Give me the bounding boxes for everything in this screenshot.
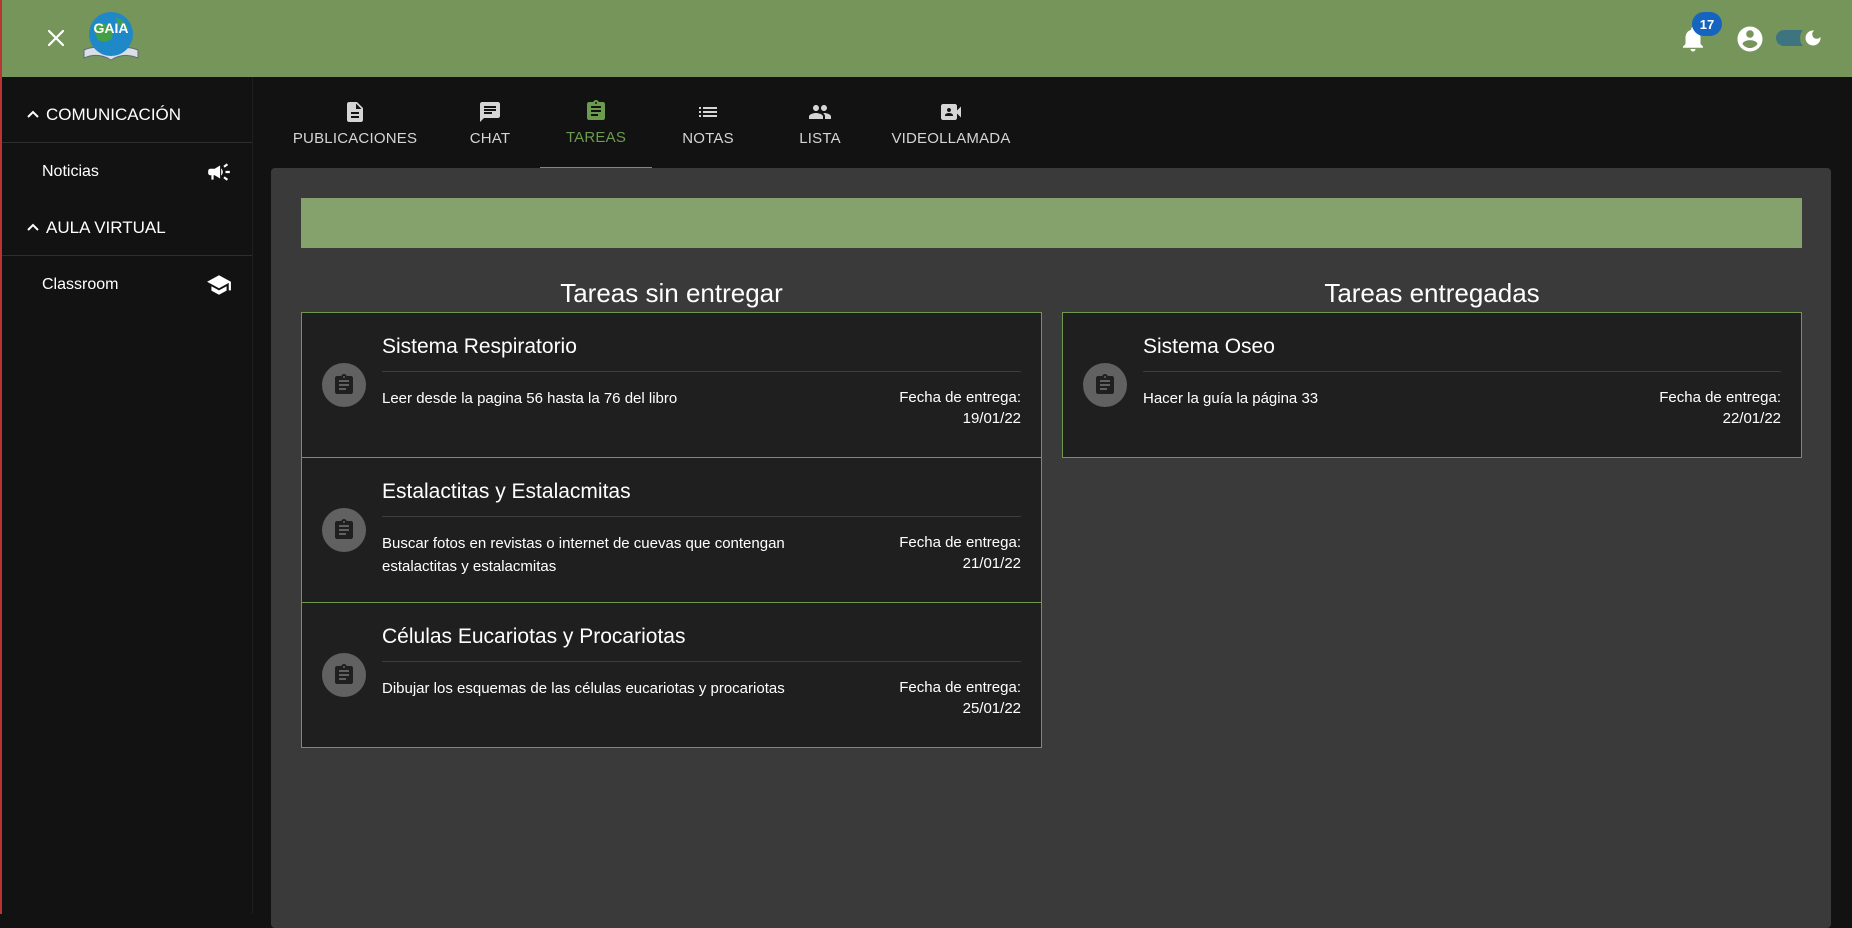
svg-text:GAIA: GAIA	[94, 20, 129, 36]
sidebar-section-comunicacion[interactable]: COMUNICACIÓN	[2, 87, 252, 143]
tab-bar: PUBLICACIONES CHAT TAREAS NOTAS LISTA VI…	[270, 77, 1026, 169]
task-divider	[382, 516, 1021, 517]
task-due: Fecha de entrega: 19/01/22	[899, 387, 1021, 429]
close-menu-button[interactable]	[42, 24, 70, 52]
moon-icon	[1805, 30, 1821, 46]
chevron-up-icon	[26, 108, 40, 122]
task-card[interactable]: Células Eucariotas y Procariotas Dibujar…	[301, 602, 1042, 748]
due-label: Fecha de entrega:	[899, 389, 1021, 406]
sidebar-item-label: Classroom	[42, 276, 119, 293]
tab-notas[interactable]: NOTAS	[652, 77, 764, 169]
task-description: Leer desde la pagina 56 hasta la 76 del …	[382, 390, 678, 407]
tab-lista[interactable]: LISTA	[764, 77, 876, 169]
task-due: Fecha de entrega: 21/01/22	[899, 532, 1021, 574]
article-icon	[347, 101, 363, 122]
videocam-icon	[941, 103, 961, 120]
tasks-panel: Tareas sin entregar Tareas entregadas Si…	[271, 168, 1831, 928]
close-icon	[47, 29, 65, 47]
task-title: Sistema Respiratorio	[382, 335, 577, 358]
task-description: Hacer la guía la página 33	[1143, 390, 1319, 407]
tab-label: CHAT	[469, 129, 511, 147]
gaia-logo[interactable]: GAIA	[78, 6, 144, 66]
task-card[interactable]: Sistema Oseo Hacer la guía la página 33 …	[1062, 312, 1802, 458]
task-avatar	[1083, 363, 1127, 407]
due-date: 21/01/22	[962, 555, 1021, 572]
task-divider	[1143, 371, 1781, 372]
sidebar: COMUNICACIÓN Noticias AULA VIRTUAL Class…	[0, 77, 253, 914]
tab-publicaciones[interactable]: PUBLICACIONES	[270, 77, 440, 169]
assignment-icon	[335, 519, 353, 539]
dark-mode-toggle[interactable]	[1776, 25, 1826, 51]
top-app-bar: GAIA 17	[0, 0, 1852, 77]
task-divider	[382, 371, 1021, 372]
due-date: 22/01/22	[1722, 410, 1781, 427]
task-description: Buscar fotos en revistas o internet de c…	[382, 535, 785, 575]
notification-count-badge: 17	[1692, 12, 1722, 36]
tab-label: VIDEOLLAMADA	[891, 129, 1011, 147]
task-title: Estalactitas y Estalacmitas	[382, 480, 631, 503]
sidebar-item-noticias[interactable]: Noticias	[2, 144, 252, 200]
task-avatar	[322, 363, 366, 407]
sidebar-item-classroom[interactable]: Classroom	[2, 257, 252, 313]
delivered-tasks-title: Tareas entregadas	[1324, 278, 1540, 308]
sidebar-item-label: Noticias	[42, 163, 99, 180]
tab-label: PUBLICACIONES	[292, 129, 418, 147]
account-button[interactable]	[1735, 24, 1765, 54]
assignment-icon	[335, 374, 353, 394]
task-due: Fecha de entrega: 25/01/22	[899, 677, 1021, 719]
account-circle-icon	[1737, 26, 1763, 52]
assignment-icon	[1096, 374, 1114, 394]
due-date: 19/01/22	[962, 410, 1021, 427]
task-avatar	[322, 508, 366, 552]
due-label: Fecha de entrega:	[1659, 389, 1781, 406]
task-card[interactable]: Estalactitas y Estalacmitas Buscar fotos…	[301, 457, 1042, 603]
task-description: Dibujar los esquemas de las células euca…	[382, 680, 785, 697]
assignment-icon	[335, 664, 353, 684]
tab-tareas[interactable]: TAREAS	[540, 77, 652, 169]
pending-tasks-title: Tareas sin entregar	[560, 278, 783, 308]
sidebar-section-label: COMUNICACIÓN	[46, 104, 182, 124]
chat-icon	[480, 101, 500, 122]
tab-label: NOTAS	[682, 129, 734, 147]
chevron-up-icon	[26, 221, 40, 235]
task-avatar	[322, 653, 366, 697]
sidebar-section-aula-virtual[interactable]: AULA VIRTUAL	[2, 200, 252, 256]
people-icon	[809, 104, 831, 119]
course-banner	[301, 198, 1802, 248]
tab-videollamada[interactable]: VIDEOLLAMADA	[876, 77, 1026, 169]
school-icon	[207, 275, 231, 295]
sidebar-divider	[252, 77, 253, 914]
list-icon	[699, 106, 717, 117]
due-date: 25/01/22	[962, 700, 1021, 717]
tab-label: LISTA	[799, 129, 841, 147]
task-card[interactable]: Sistema Respiratorio Leer desde la pagin…	[301, 312, 1042, 458]
due-label: Fecha de entrega:	[899, 679, 1021, 696]
tab-label: TAREAS	[565, 128, 627, 146]
assignment-icon	[587, 99, 605, 120]
task-title: Sistema Oseo	[1143, 335, 1275, 358]
task-divider	[382, 661, 1021, 662]
toggle-thumb	[1800, 25, 1826, 51]
task-due: Fecha de entrega: 22/01/22	[1659, 387, 1781, 429]
task-title: Células Eucariotas y Procariotas	[382, 625, 686, 648]
tab-chat[interactable]: CHAT	[440, 77, 540, 169]
due-label: Fecha de entrega:	[899, 534, 1021, 551]
campaign-icon	[208, 163, 230, 181]
sidebar-section-label: AULA VIRTUAL	[46, 217, 166, 237]
